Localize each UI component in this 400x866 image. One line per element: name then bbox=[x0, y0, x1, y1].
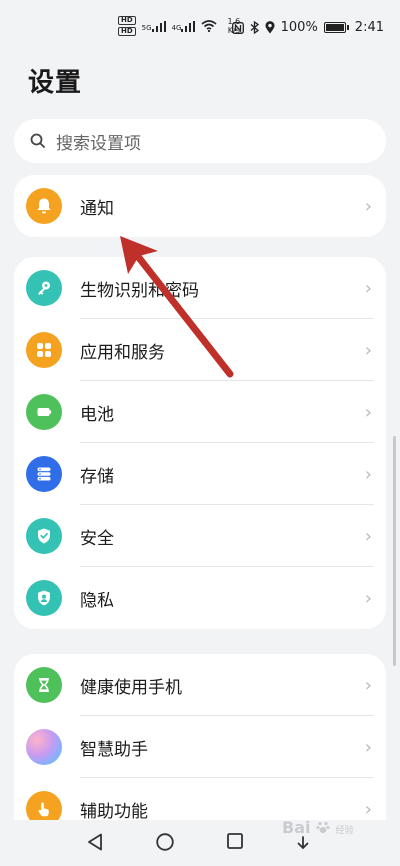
settings-item-storage[interactable]: 存储 › bbox=[14, 443, 386, 505]
chevron-right-icon: › bbox=[364, 401, 372, 423]
chevron-right-icon: › bbox=[364, 798, 372, 820]
chevron-right-icon: › bbox=[364, 339, 372, 361]
settings-item-label: 存储 bbox=[80, 466, 114, 487]
settings-item-label: 辅助功能 bbox=[80, 801, 148, 822]
settings-item-label: 智慧助手 bbox=[80, 739, 148, 760]
chevron-right-icon: › bbox=[364, 463, 372, 485]
watermark-logo: Bai 经验 bbox=[282, 818, 354, 837]
nfc-icon bbox=[231, 21, 244, 34]
back-icon[interactable] bbox=[86, 832, 104, 852]
settings-item-assistant[interactable]: 智慧助手 › bbox=[14, 716, 386, 778]
settings-item-apps[interactable]: 应用和服务 › bbox=[14, 319, 386, 381]
search-input[interactable]: 搜索设置项 bbox=[14, 119, 386, 163]
paw-icon bbox=[316, 821, 330, 833]
page-title: 设置 bbox=[28, 68, 83, 98]
bluetooth-icon bbox=[250, 21, 259, 34]
chevron-right-icon: › bbox=[364, 674, 372, 696]
wifi-icon bbox=[201, 20, 217, 32]
settings-item-label: 应用和服务 bbox=[80, 342, 165, 363]
hd-badge-1: HD bbox=[118, 16, 136, 25]
chevron-right-icon: › bbox=[364, 525, 372, 547]
nav-down-icon[interactable] bbox=[296, 836, 310, 850]
signal-tag-2: 4G bbox=[171, 23, 182, 32]
search-placeholder: 搜索设置项 bbox=[56, 133, 141, 154]
battery-tip bbox=[346, 25, 349, 30]
settings-item-label: 电池 bbox=[80, 404, 114, 425]
hourglass-icon bbox=[26, 667, 62, 703]
settings-item-label: 生物识别和密码 bbox=[80, 280, 199, 301]
privacy-icon bbox=[26, 580, 62, 616]
signal-icon-1: 5G bbox=[141, 20, 166, 32]
chevron-right-icon: › bbox=[364, 587, 372, 609]
status-left: HD HD 5G 4G 1.6 K/s bbox=[118, 16, 240, 36]
hd-badge-2: HD bbox=[118, 27, 136, 36]
settings-item-label: 隐私 bbox=[80, 590, 114, 611]
settings-group-notifications: 通知 › bbox=[14, 175, 386, 237]
signal-tag-1: 5G bbox=[141, 23, 152, 32]
chevron-right-icon: › bbox=[364, 277, 372, 299]
chevron-right-icon: › bbox=[364, 736, 372, 758]
scrollbar[interactable] bbox=[393, 436, 396, 666]
settings-item-notifications[interactable]: 通知 › bbox=[14, 175, 386, 237]
location-icon bbox=[265, 21, 275, 34]
hd-badges: HD HD bbox=[118, 16, 136, 36]
settings-item-label: 通知 bbox=[80, 198, 114, 219]
storage-icon bbox=[26, 456, 62, 492]
status-right: 100% 2:41 bbox=[231, 20, 384, 35]
home-icon[interactable] bbox=[155, 832, 175, 852]
chevron-right-icon: › bbox=[364, 195, 372, 217]
settings-item-privacy[interactable]: 隐私 › bbox=[14, 567, 386, 629]
watermark-sub: 经验 bbox=[335, 826, 354, 836]
watermark-main: Bai bbox=[282, 818, 311, 837]
settings-group-wellbeing: 健康使用手机 › 智慧助手 › 辅助功能 › bbox=[14, 654, 386, 840]
status-bar: HD HD 5G 4G 1.6 K/s 100% 2:41 bbox=[0, 0, 400, 56]
assistant-icon bbox=[26, 729, 62, 765]
signal-icon-2: 4G bbox=[171, 20, 196, 32]
battery-icon bbox=[26, 394, 62, 430]
settings-group-system: 生物识别和密码 › 应用和服务 › 电池 › 存储 › 安全 › 隐私 › bbox=[14, 257, 386, 629]
settings-item-battery[interactable]: 电池 › bbox=[14, 381, 386, 443]
settings-item-security[interactable]: 安全 › bbox=[14, 505, 386, 567]
settings-item-label: 安全 bbox=[80, 528, 114, 549]
recents-icon[interactable] bbox=[226, 832, 244, 850]
bell-icon bbox=[26, 188, 62, 224]
settings-item-digital-balance[interactable]: 健康使用手机 › bbox=[14, 654, 386, 716]
key-icon bbox=[26, 270, 62, 306]
settings-item-biometrics[interactable]: 生物识别和密码 › bbox=[14, 257, 386, 319]
shield-check-icon bbox=[26, 518, 62, 554]
battery-percent: 100% bbox=[280, 20, 318, 35]
search-icon bbox=[30, 133, 45, 148]
clock: 2:41 bbox=[354, 20, 384, 35]
battery-icon bbox=[323, 22, 346, 33]
settings-item-label: 健康使用手机 bbox=[80, 677, 182, 698]
apps-icon bbox=[26, 332, 62, 368]
